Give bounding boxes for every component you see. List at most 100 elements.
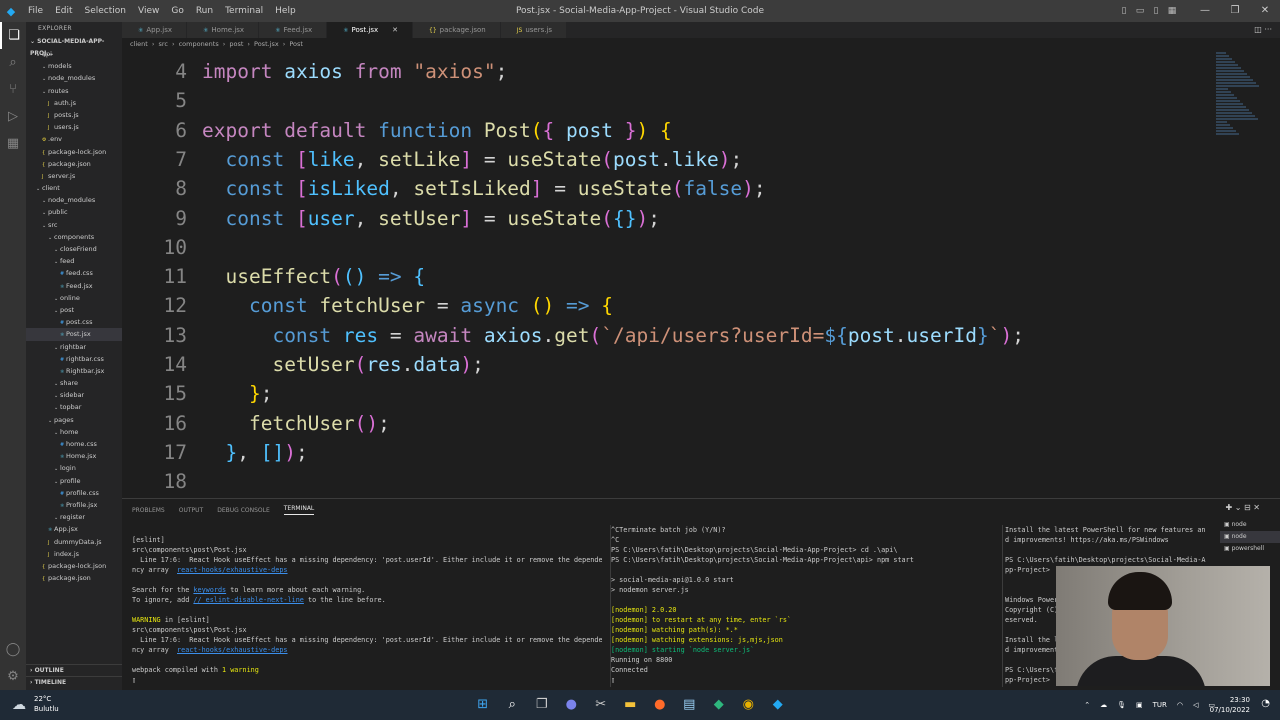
chrome-icon[interactable]: ◉ xyxy=(734,690,764,720)
search-icon[interactable]: ⌕ xyxy=(0,49,26,76)
toggle-secondary-sidebar-icon[interactable]: ▯ xyxy=(1148,0,1164,22)
panel-controls-icon[interactable]: ✚ ⌄ ⊟ ✕ xyxy=(1226,503,1260,512)
restore-icon[interactable]: ❐ xyxy=(1220,0,1250,22)
tree-folder[interactable]: ⌄ pages xyxy=(26,414,122,426)
weather-cloud-icon[interactable]: ☁ xyxy=(12,697,26,713)
weather-widget[interactable]: 22°C Bulutlu xyxy=(34,694,59,714)
tree-folder[interactable]: ⌄ rightbar xyxy=(26,341,122,353)
menu-item-go[interactable]: Go xyxy=(171,6,183,16)
tree-file[interactable]: # rightbar.css xyxy=(26,353,122,365)
tab-post-jsx[interactable]: ⚛ Post.jsx ✕ xyxy=(327,22,413,38)
language-indicator[interactable]: TUR xyxy=(1153,701,1167,709)
tree-folder[interactable]: ⌄ register xyxy=(26,511,122,523)
source-control-icon[interactable]: ⑂ xyxy=(0,76,26,103)
code-editor[interactable]: 4 import axios from "axios"; 5 6 export defa… xyxy=(122,51,1280,498)
breadcrumb-item[interactable]: Post.jsx xyxy=(254,40,279,48)
tree-folder[interactable]: ⌄ post xyxy=(26,304,122,316)
tree-folder[interactable]: ⌄ feed xyxy=(26,255,122,267)
menu-item-view[interactable]: View xyxy=(138,6,159,16)
tree-file[interactable]: ⚛ Feed.jsx xyxy=(26,280,122,292)
tree-folder[interactable]: ⌄ routes xyxy=(26,85,122,97)
clock[interactable]: 23:30 07/10/2022 xyxy=(1210,695,1250,715)
tree-file[interactable]: ⚛ Post.jsx xyxy=(26,328,122,341)
tree-folder[interactable]: ⌄ models xyxy=(26,60,122,72)
tree-folder[interactable]: ⌄ closeFriend xyxy=(26,243,122,255)
tree-file[interactable]: # profile.css xyxy=(26,487,122,499)
terminal-list-item[interactable]: ▣ powershell xyxy=(1220,543,1280,555)
explorer-root-folder[interactable]: ⌄ SOCIAL-MEDIA-APP-PROJ... xyxy=(26,36,122,57)
tab-app-jsx[interactable]: ⚛ App.jsx xyxy=(122,22,188,38)
panel-tab-terminal[interactable]: TERMINAL xyxy=(283,505,315,515)
snipping-tool-icon[interactable]: ✂ xyxy=(586,690,616,720)
tree-file[interactable]: Jserver.js xyxy=(26,170,122,182)
outline-section[interactable]: › OUTLINE xyxy=(26,664,122,676)
tree-folder[interactable]: ⌄ topbar xyxy=(26,401,122,413)
notepad-icon[interactable]: ▤ xyxy=(675,690,705,720)
close-window-icon[interactable]: ✕ xyxy=(1250,0,1280,22)
tree-file[interactable]: {package.json xyxy=(26,572,122,584)
tree-file[interactable]: Jauth.js xyxy=(26,97,122,109)
tree-file[interactable]: {package-lock.json xyxy=(26,560,122,572)
minimap[interactable] xyxy=(1216,51,1266,498)
toggle-primary-sidebar-icon[interactable]: ▯ xyxy=(1116,0,1132,22)
tree-file[interactable]: # feed.css xyxy=(26,267,122,279)
sourcetree-icon[interactable]: ◆ xyxy=(704,690,734,720)
onedrive-cloud-icon[interactable]: ☁ xyxy=(1100,701,1107,709)
breadcrumb-item[interactable]: Post xyxy=(289,40,303,48)
menu-item-edit[interactable]: Edit xyxy=(55,6,72,16)
start-windows-icon[interactable]: ⊞ xyxy=(468,690,498,720)
tree-folder[interactable]: ⌄ sidebar xyxy=(26,389,122,401)
menu-item-terminal[interactable]: Terminal xyxy=(225,6,263,16)
tree-folder[interactable]: ⌄ client xyxy=(26,182,122,194)
tab-users-js[interactable]: JS users.js xyxy=(500,22,568,38)
tree-file[interactable]: {package-lock.json xyxy=(26,146,122,158)
tree-folder[interactable]: ⌄ online xyxy=(26,292,122,304)
tree-file[interactable]: ⚛ Home.jsx xyxy=(26,450,122,462)
extensions-icon[interactable]: ▦ xyxy=(0,130,26,157)
explorer-icon[interactable]: ❏ xyxy=(0,22,26,49)
postman-icon[interactable]: ● xyxy=(645,690,675,720)
tab-home-jsx[interactable]: ⚛ Home.jsx xyxy=(187,22,260,38)
menu-item-selection[interactable]: Selection xyxy=(85,6,126,16)
terminal-list-item[interactable]: ▣ node xyxy=(1220,519,1280,531)
menu-item-help[interactable]: Help xyxy=(275,6,296,16)
teams-chat-icon[interactable]: ● xyxy=(557,690,587,720)
tree-folder[interactable]: ⌄ home xyxy=(26,426,122,438)
tree-folder[interactable]: ⌄ public xyxy=(26,206,122,218)
notification-icon[interactable]: ◔ xyxy=(1261,698,1270,709)
panel-tab-output[interactable]: OUTPUT xyxy=(179,507,203,514)
search-icon[interactable]: ⌕ xyxy=(498,690,528,720)
panel-tab-debug-console[interactable]: DEBUG CONSOLE xyxy=(217,507,270,514)
menu-item-file[interactable]: File xyxy=(28,6,43,16)
volume-icon[interactable]: ◁ xyxy=(1193,701,1198,709)
toggle-panel-icon[interactable]: ▭ xyxy=(1132,0,1148,22)
tree-file[interactable]: ⚛ Profile.jsx xyxy=(26,499,122,511)
tree-file[interactable]: ⚙ .env xyxy=(26,133,122,145)
timeline-section[interactable]: › TIMELINE xyxy=(26,676,122,688)
microphone-icon[interactable]: 🎙︎ xyxy=(1117,701,1126,709)
breadcrumb-item[interactable]: post xyxy=(229,40,243,48)
tree-file[interactable]: # post.css xyxy=(26,316,122,328)
task-view-icon[interactable]: ❐ xyxy=(527,690,557,720)
split-editor-icon[interactable]: ◫ ··· xyxy=(1254,22,1272,38)
terminal-list-item[interactable]: ▣ node xyxy=(1220,531,1280,543)
breadcrumb-item[interactable]: client xyxy=(130,40,148,48)
file-explorer-icon[interactable]: ▬ xyxy=(616,690,646,720)
tree-folder[interactable]: ⌄ src xyxy=(26,219,122,231)
tab-feed-jsx[interactable]: ⚛ Feed.jsx xyxy=(259,22,328,38)
tab-package-json[interactable]: {} package.json xyxy=(413,22,501,38)
camera-icon[interactable]: ▣ xyxy=(1136,701,1143,709)
minimize-icon[interactable]: — xyxy=(1190,0,1220,22)
tree-file[interactable]: Jposts.js xyxy=(26,109,122,121)
terminal-pane-2[interactable]: ^CTerminate batch job (Y/N)? ^C PS C:\Us… xyxy=(610,525,993,687)
tree-folder[interactable]: ⌄ login xyxy=(26,462,122,474)
tree-file[interactable]: JdummyData.js xyxy=(26,536,122,548)
tree-folder[interactable]: ⌄ node_modules xyxy=(26,72,122,84)
account-icon[interactable]: ◯ xyxy=(0,636,26,663)
tray-chevron-up-icon[interactable]: ⌃ xyxy=(1084,701,1090,709)
tree-file[interactable]: Jindex.js xyxy=(26,548,122,560)
breadcrumb-item[interactable]: components xyxy=(179,40,219,48)
tree-folder[interactable]: ⌄ components xyxy=(26,231,122,243)
tree-folder[interactable]: ⌄ share xyxy=(26,377,122,389)
wifi-icon[interactable]: ◠ xyxy=(1177,701,1183,709)
